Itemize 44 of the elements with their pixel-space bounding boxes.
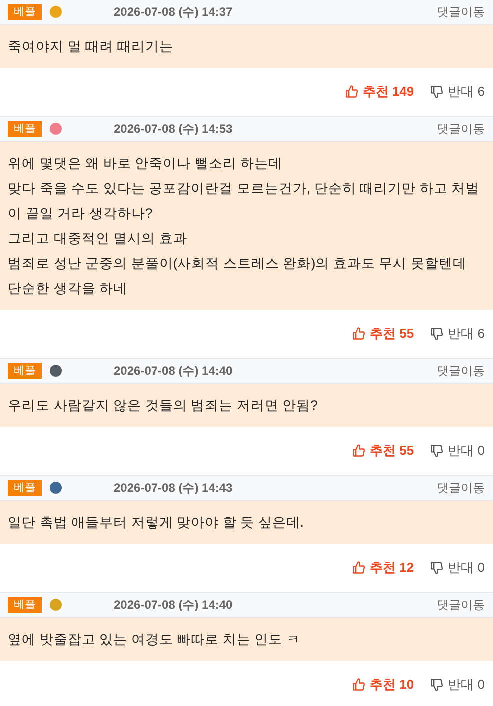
comment-date: 2026-07-08 (수) 14:40 (114, 597, 233, 614)
comment-text: 범죄로 성난 군중의 분풀이(사회적 스트레스 완화)의 효과도 무시 못할텐데 (8, 255, 468, 273)
jump-to-comment-link[interactable]: 댓글이동 (437, 120, 485, 138)
upvote-button[interactable]: 추천 149 (344, 82, 414, 102)
comment-date: 2026-07-08 (수) 14:37 (114, 4, 233, 21)
upvote-button[interactable]: 추천 55 (352, 441, 414, 461)
upvote-button[interactable]: 추천 10 (352, 675, 414, 695)
comment-text: 우리도 사람같지 않은 것들의 범죄는 저러면 안됨? (8, 397, 320, 415)
downvote-button[interactable]: 반대 6 (430, 324, 485, 344)
jump-to-comment-link[interactable]: 댓글이동 (437, 479, 485, 497)
comment-text: 맞다 죽을 수도 있다는 공포감이란걸 모르는건가, 단순히 때리기만 하고 처벌이 끝일 거라 생각하나? (8, 180, 481, 223)
downvote-button[interactable]: 반대 6 (430, 82, 485, 102)
downvote-button[interactable]: 반대 0 (430, 558, 485, 578)
best-badge: 베플 (8, 363, 42, 379)
comment-text: 옆에 밧줄잡고 있는 여경도 빠따로 치는 인도 ㅋ (8, 631, 302, 649)
comment-date: 2026-07-08 (수) 14:53 (114, 121, 233, 138)
thumbs-down-icon (430, 444, 444, 458)
thumbs-up-icon (352, 444, 366, 458)
downvote-button[interactable]: 반대 0 (430, 441, 485, 461)
downvote-button[interactable]: 반대 0 (430, 675, 485, 695)
comment-text: 일단 촉법 애들부터 저렇게 맞아야 할 듯 싶은데. (8, 514, 306, 532)
thumbs-up-icon (352, 561, 366, 575)
jump-to-comment-link[interactable]: 댓글이동 (437, 362, 485, 380)
thumbs-down-icon (430, 85, 444, 99)
best-badge: 베플 (8, 4, 42, 20)
jump-to-comment-link[interactable]: 댓글이동 (437, 3, 485, 21)
thumbs-down-icon (430, 561, 444, 575)
thumbs-up-icon (352, 327, 366, 341)
thumbs-up-icon (352, 678, 366, 692)
best-badge: 베플 (8, 121, 42, 137)
thumbs-down-icon (430, 678, 444, 692)
best-badge: 베플 (8, 597, 42, 613)
comment-text: 위에 몇댓은 왜 바로 안죽이나 뻘소리 하는데 (8, 155, 284, 173)
jump-to-comment-link[interactable]: 댓글이동 (437, 596, 485, 614)
comment-date: 2026-07-08 (수) 14:43 (114, 480, 233, 497)
best-badge: 베플 (8, 480, 42, 496)
comment-text: 죽여야지 멀 때려 때리기는 (8, 38, 174, 56)
comment-text: 그리고 대중적인 멸시의 효과 (8, 230, 188, 248)
upvote-button[interactable]: 추천 55 (352, 324, 414, 344)
comment-text: 단순한 생각을 하네 (8, 280, 129, 298)
thumbs-down-icon (430, 327, 444, 341)
comment-date: 2026-07-08 (수) 14:40 (114, 363, 233, 380)
upvote-button[interactable]: 추천 12 (352, 558, 414, 578)
thumbs-up-icon (344, 85, 359, 99)
